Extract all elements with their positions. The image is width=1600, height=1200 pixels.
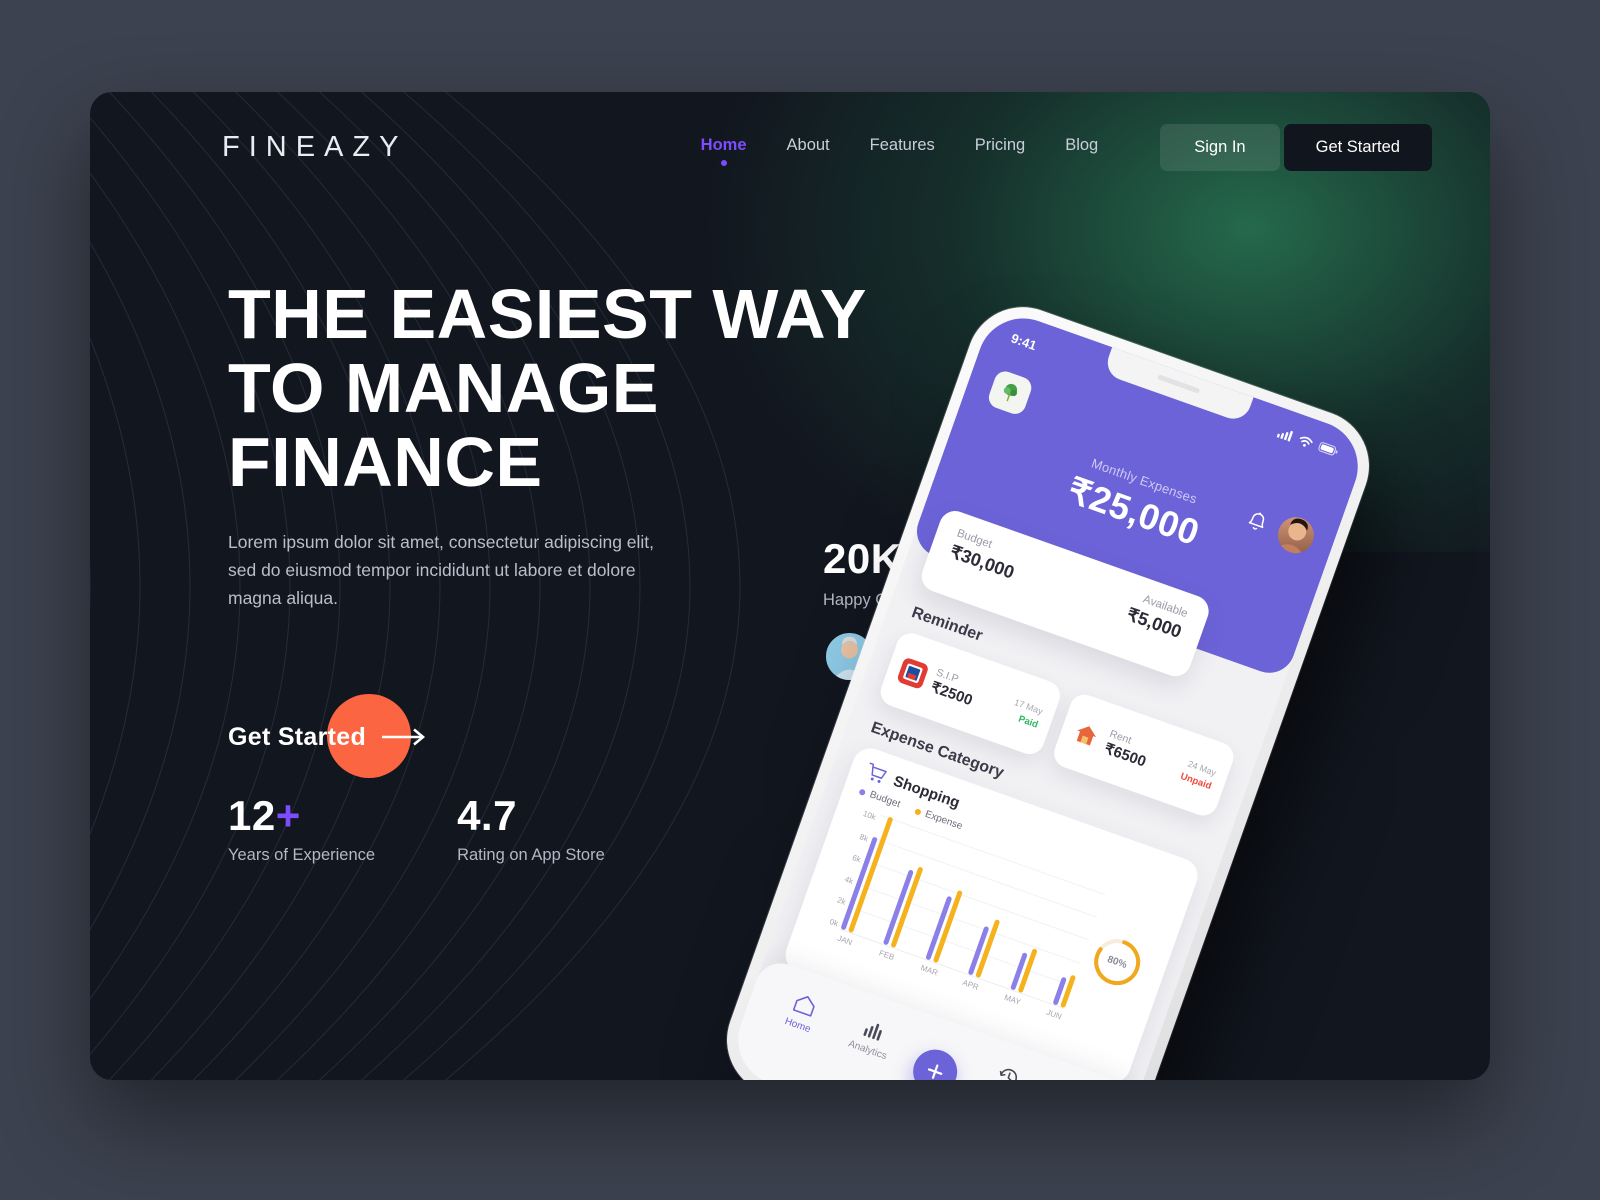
bottom-nav-home[interactable]: Home (766, 984, 839, 1041)
budget-block: Budget ₹30,000 (941, 527, 1022, 600)
hero-content: THE EASIEST WAY TO MANAGE FINANCE Lorem … (228, 277, 928, 790)
y-tick: 4k (843, 874, 855, 886)
rent-info: Rent ₹6500 (1102, 728, 1180, 780)
nav-link-blog[interactable]: Blog (1065, 136, 1098, 159)
nav-link-home[interactable]: Home (700, 135, 747, 166)
reminder-item-rent[interactable]: Rent ₹6500 24 May Unpaid (1050, 690, 1238, 820)
available-block: Available ₹5,000 (1118, 590, 1189, 660)
stat-years-suffix: + (275, 792, 301, 839)
home-icon (792, 996, 815, 1017)
progress-donut: 80% (1084, 929, 1150, 995)
nav-links: Home About Features Pricing Blog (700, 135, 1098, 166)
nav-link-pricing[interactable]: Pricing (975, 136, 1025, 159)
arrow-right-icon (382, 728, 426, 746)
brand-logo[interactable]: FINEAZY (222, 131, 407, 164)
bar-group (925, 888, 963, 964)
x-tick: MAY (1003, 992, 1022, 1007)
get-started-nav-button[interactable]: Get Started (1283, 123, 1432, 171)
active-indicator-dot (720, 159, 727, 166)
headline-line-2: TO MANAGE (228, 349, 659, 428)
stats-row: 12+ Years of Experience 4.7 Rating on Ap… (228, 792, 605, 865)
stat-rating-number: 4.7 (457, 792, 517, 839)
rent-meta: 24 May Unpaid (1179, 757, 1218, 791)
headline-line-1: THE EASIEST WAY (228, 275, 867, 353)
legend-dot-expense (913, 807, 922, 816)
y-tick: 6k (850, 853, 862, 865)
get-started-cta[interactable]: Get Started (228, 685, 528, 790)
stat-app-rating: 4.7 Rating on App Store (457, 792, 605, 865)
stat-years-value: 12+ (228, 792, 375, 840)
donut-value: 80% (1105, 953, 1129, 971)
stat-years-label: Years of Experience (228, 846, 376, 864)
wifi-icon (1299, 436, 1313, 447)
bar-group (1010, 945, 1038, 994)
navbar: FINEAZY Home About Features Pricing Blog… (90, 92, 1490, 202)
notch-speaker (1157, 374, 1201, 394)
cta-label: Get Started (228, 722, 367, 751)
nav-link-home-label: Home (700, 135, 747, 154)
stat-rating-label: Rating on App Store (457, 846, 605, 864)
nav-link-features[interactable]: Features (870, 136, 935, 159)
x-tick: APR (961, 977, 980, 992)
y-tick: 0k (828, 917, 840, 929)
house-icon (1070, 718, 1103, 751)
x-tick: JAN (836, 933, 854, 948)
stat-rating-value: 4.7 (457, 792, 605, 840)
headline-line-3: FINANCE (228, 423, 543, 502)
y-tick: 2k (835, 895, 847, 908)
bottom-nav-analytics[interactable]: Analytics (835, 1009, 908, 1066)
analytics-icon (863, 1023, 882, 1041)
nav-actions: Sign In Get Started (1160, 123, 1432, 171)
y-tick: 8k (858, 831, 870, 844)
hero-subtext: Lorem ipsum dolor sit amet, consectetur … (228, 531, 655, 609)
hero-card: FINEAZY Home About Features Pricing Blog… (90, 92, 1490, 1080)
history-icon (999, 1068, 1018, 1080)
signal-icon (1276, 430, 1294, 442)
status-icons (1276, 426, 1340, 457)
status-time: 9:41 (1009, 329, 1039, 353)
sign-in-button[interactable]: Sign In (1160, 123, 1280, 171)
sip-info: S.I.P ₹2500 (929, 667, 1009, 720)
sip-icon (896, 656, 930, 690)
add-transaction-fab[interactable] (907, 1043, 964, 1080)
plus-icon (927, 1064, 943, 1079)
stat-years-experience: 12+ Years of Experience (228, 792, 375, 865)
nav-link-about[interactable]: About (787, 136, 830, 159)
x-tick: MAR (919, 963, 940, 978)
bottom-nav-home-label: Home (783, 1015, 813, 1036)
bar-group (1052, 972, 1077, 1009)
bar-group (967, 916, 1001, 979)
y-tick: 10k (861, 809, 878, 822)
bar-group (882, 863, 924, 949)
page-title: THE EASIEST WAY TO MANAGE FINANCE (228, 277, 928, 500)
bottom-nav-history[interactable]: History (969, 1056, 1042, 1080)
battery-icon (1318, 442, 1338, 456)
x-tick: FEB (877, 948, 896, 963)
x-tick: JUN (1045, 1007, 1063, 1022)
shopping-cart-icon (869, 762, 887, 783)
legend-dot-budget (858, 787, 867, 796)
stat-years-number: 12 (228, 792, 276, 839)
legend-label-budget: Budget (868, 789, 902, 811)
sip-meta: 17 May Paid (1008, 697, 1044, 730)
plant-icon (1003, 383, 1018, 402)
